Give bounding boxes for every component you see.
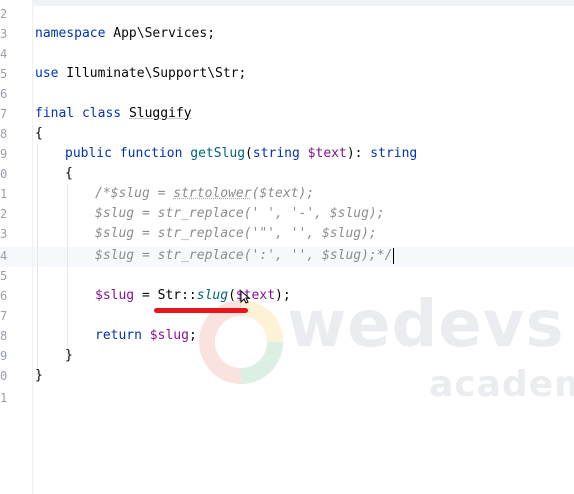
return-variable: $slug [141,328,189,343]
red-highlight-underline [154,308,248,313]
slug-variable: $slug [95,288,135,303]
code-line-use: use Illuminate\Support\Str; [35,64,246,84]
public-keyword: public [65,146,112,161]
namespace-path: App\Services; [105,26,216,41]
use-keyword: use [35,66,59,81]
comment-1b: ($text); [251,186,315,201]
class-close-brace: } [35,368,43,383]
line-number: 1 [0,187,8,201]
method-close-brace: } [65,348,73,363]
param-type: string [252,146,300,161]
line-number: 5 [0,269,8,283]
double-colon: :: [181,288,197,303]
return-semicolon: ; [188,328,197,343]
param-open-paren: ( [245,146,253,161]
comment-1-fn: strtolower [173,186,252,201]
method-open-brace: { [65,166,73,181]
line-number: 3 [0,27,8,41]
mouse-pointer-icon [240,290,250,304]
class-name: Sluggify [128,106,192,121]
code-editor[interactable]: namespace App\Services; use Illuminate\S… [33,0,574,494]
line-number: 0 [0,369,8,383]
line-number: 1 [0,391,8,405]
line-number: 6 [0,87,8,101]
line-number: 7 [0,107,8,121]
code-line-namespace: namespace App\Services; [35,24,215,44]
code-line-class-open-brace: { [35,124,43,144]
line-number: 3 [0,227,8,241]
line-number: 9 [0,147,8,161]
class-open-brace: { [35,126,43,141]
text-caret [393,247,395,264]
final-keyword: final [35,106,75,121]
param-var: $text [307,146,347,161]
method-name: getSlug [190,146,246,161]
code-line-return: return $slug; [95,326,197,346]
code-line-comment-1: /*$slug = strtolower($text); [95,184,314,204]
code-line-class-close-brace: } [35,366,43,386]
line-number: 4 [0,249,8,263]
return-keyword: return [95,328,142,343]
code-line-comment-2: $slug = str_replace(' ', '-', $slug); [95,206,385,221]
function-keyword: function [119,146,183,161]
code-line-method-signature: public function getSlug(string $text): s… [65,144,417,164]
line-number: 5 [0,67,8,81]
comment-4-text: $slug = str_replace(':', '', $slug);*/ [95,248,393,263]
namespace-keyword: namespace [35,26,106,41]
line-number: 8 [0,127,8,141]
class-keyword: class [81,106,122,121]
param-close-paren: ): [346,146,371,161]
line-number: 2 [0,7,8,21]
line-number: 7 [0,309,8,323]
call-close-paren: ); [275,288,291,303]
return-type: string [370,146,418,161]
code-line-comment-3: $slug = str_replace('"', '', $slug); [95,226,377,241]
line-number: 8 [0,329,8,343]
use-path: Illuminate\Support\Str; [58,66,247,81]
call-open-paren: ( [228,288,236,303]
assign-operator: = [134,288,158,303]
code-line-comment-4: $slug = str_replace(':', '', $slug);*/ [95,246,395,266]
line-number: 6 [0,289,8,303]
code-line-class: final class Sluggify [35,104,192,124]
code-line-method-open-brace: { [65,164,73,184]
code-line-slug-assign: $slug = Str::slug($text); [95,286,291,306]
slug-method: slug [196,288,229,303]
code-line-method-close-brace: } [65,346,73,366]
comment-1a: /*$slug = [95,186,174,201]
line-number: 9 [0,349,8,363]
str-class: Str [157,288,182,303]
line-number: 2 [0,207,8,221]
line-number: 4 [0,47,8,61]
line-number: 0 [0,167,8,181]
